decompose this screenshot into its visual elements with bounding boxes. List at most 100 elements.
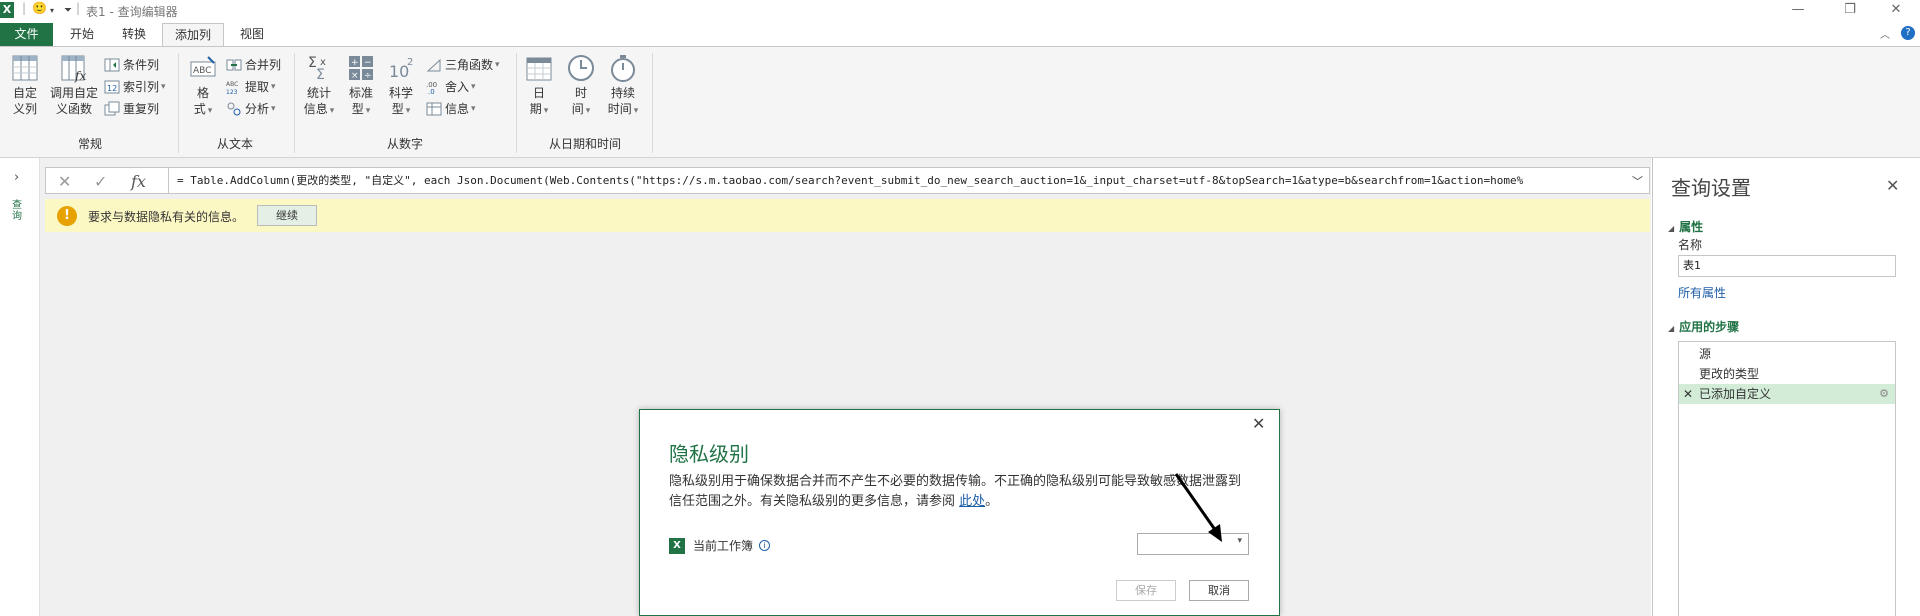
applied-steps-header[interactable]: ◢ 应用的步骤 [1668,318,1739,335]
clock-icon [568,55,594,81]
standard-button[interactable]: + − × ÷ 标准 型 ▾ [344,53,378,119]
duration-button[interactable]: 持续 时间 ▾ [604,53,642,119]
queries-vertical-label[interactable]: 查询 [12,200,26,222]
standard-label-1: 标准 [348,86,373,100]
extract-button[interactable]: ABC 123 提取 ▾ [226,77,276,97]
collapse-ribbon-icon[interactable]: ︿ [1880,26,1890,41]
close-window-icon[interactable]: ✕ [1876,0,1916,22]
query-name-input[interactable]: 表1 [1678,255,1896,277]
group-label-general: 常规 [77,137,102,151]
information-button[interactable]: 信息 ▾ [426,99,476,119]
svg-text:ABC: ABC [193,66,211,76]
standard-math-icon: + −× ÷ [349,56,373,81]
parse-button[interactable]: 分析 ▾ [226,99,276,119]
close-icon[interactable]: ✕ [1886,176,1899,195]
close-icon[interactable]: ✕ [1252,414,1265,433]
scientific-label-text: 型 [391,102,404,116]
scientific-label-2: 型 ▾ [384,101,418,119]
privacy-warning-bar: ! 要求与数据隐私有关的信息。 继续 [45,199,1650,232]
custom-column-label-2: 义列 [12,102,37,116]
step-changed-type[interactable]: 更改的类型 [1679,364,1895,384]
duration-label-1: 持续 [610,86,635,100]
continue-button[interactable]: 继续 [257,205,317,226]
time-button[interactable]: 时 间 ▾ [564,53,598,119]
here-link[interactable]: 此处 [959,494,985,509]
merge-columns-label: 合并列 [245,58,282,72]
warning-text: 要求与数据隐私有关的信息。 [88,210,245,224]
custom-column-button[interactable]: 自定 义列 [6,53,44,117]
expand-queries-icon[interactable]: › [14,170,19,185]
workbook-row: X 当前工作簿 i [669,537,771,554]
format-button[interactable]: ABC 格 式 ▾ [186,53,220,119]
step-added-custom-label: 已添加自定义 [1699,387,1772,401]
svg-text:123: 123 [226,89,238,95]
cancel-formula-icon[interactable]: ✕ [58,172,71,191]
svg-text:+: + [351,58,359,68]
formula-input[interactable]: = Table.AddColumn(更改的类型, "自定义", each Jso… [168,168,1628,193]
excel-app-icon: X [0,2,14,18]
index-column-button[interactable]: 12 索引列 ▾ [104,77,166,97]
step-added-custom[interactable]: ✕ 已添加自定义 ⚙ [1679,384,1895,404]
step-source[interactable]: 源 [1679,344,1895,364]
svg-text:12: 12 [107,84,117,93]
gear-icon[interactable]: ⚙ [1879,384,1889,404]
rounding-icon: .00.0 [426,81,437,95]
delete-step-icon[interactable]: ✕ [1683,384,1693,404]
warning-icon: ! [57,206,77,226]
svg-text:ABC: ABC [226,81,238,88]
customize-qat-icon[interactable]: ⏷ [64,5,72,16]
qat-separator: | [22,1,27,15]
chevron-down-icon: ▾ [585,106,591,116]
ribbon: 自定 义列 fx 调用自定 义函数 条件列 12 索引列 ▾ 重复列 常规 ABC… [0,46,1920,158]
trigonometry-button[interactable]: 三角函数 ▾ [426,55,500,75]
merge-columns-button[interactable]: 合并列 [226,55,281,75]
all-properties-link[interactable]: 所有属性 [1678,284,1726,301]
properties-header[interactable]: ◢ 属性 [1668,218,1703,235]
chevron-down-icon: ▾ [471,82,476,92]
invoke-custom-function-button[interactable]: fx 调用自定 义函数 [48,53,100,117]
rounding-button[interactable]: .00.0 舍入 ▾ [426,77,476,97]
group-divider [652,53,653,153]
duplicate-column-button[interactable]: 重复列 [104,99,159,119]
conditional-column-button[interactable]: 条件列 [104,55,159,75]
qat-dropdown-icon[interactable]: ▾ [50,6,54,15]
qat-separator: | [76,1,81,15]
confirm-formula-icon[interactable]: ✓ [94,172,107,191]
tab-file[interactable]: 文件 [0,23,53,46]
restore-icon[interactable]: ❐ [1830,0,1870,22]
custom-column-icon [12,55,38,81]
smiley-icon[interactable]: 🙂 [32,1,47,15]
scientific-button[interactable]: 10 2 科学 型 ▾ [384,53,418,119]
minimize-icon[interactable]: — [1778,0,1818,22]
tab-view[interactable]: 视图 [230,23,274,46]
cancel-button[interactable]: 取消 [1189,580,1249,601]
time-label-1: 时 [574,86,587,100]
parse-icon [227,102,241,116]
extract-label: 提取 [245,80,270,94]
standard-label-2: 型 ▾ [344,101,378,119]
chevron-down-icon: ▾ [471,104,476,114]
name-label: 名称 [1678,238,1703,252]
conditional-column-icon [104,58,120,72]
chevron-down-icon: ▾ [271,82,276,92]
date-button[interactable]: 日 期 ▾ [522,53,556,119]
expand-formula-icon[interactable]: ﹀ [1632,173,1643,189]
tab-transform[interactable]: 转换 [112,23,156,46]
help-icon[interactable]: ? [1901,26,1915,40]
save-button[interactable]: 保存 [1116,580,1176,601]
svg-text:fx: fx [74,69,86,83]
svg-text:Σ: Σ [316,67,325,83]
group-divider [516,53,517,153]
extract-abc-icon: ABC123 [226,81,238,95]
tab-add-column[interactable]: 添加列 [162,23,224,46]
statistics-button[interactable]: ΣΣx 统计 信息 ▾ [300,53,338,119]
tab-home[interactable]: 开始 [60,23,104,46]
statistics-label-text: 信息 [303,102,328,116]
info-icon[interactable]: i [759,540,771,551]
chevron-down-icon: ▾ [365,106,371,116]
fx-icon[interactable]: fx [131,172,146,191]
title-bar: X | 🙂 ▾ ⏷ | 表1 - 查询编辑器 — ❐ ✕ [0,0,1920,22]
chevron-down-icon: ▾ [633,106,639,116]
chevron-down-icon: ▾ [329,106,335,116]
queries-pane-collapsed: › 查询 [0,158,40,616]
